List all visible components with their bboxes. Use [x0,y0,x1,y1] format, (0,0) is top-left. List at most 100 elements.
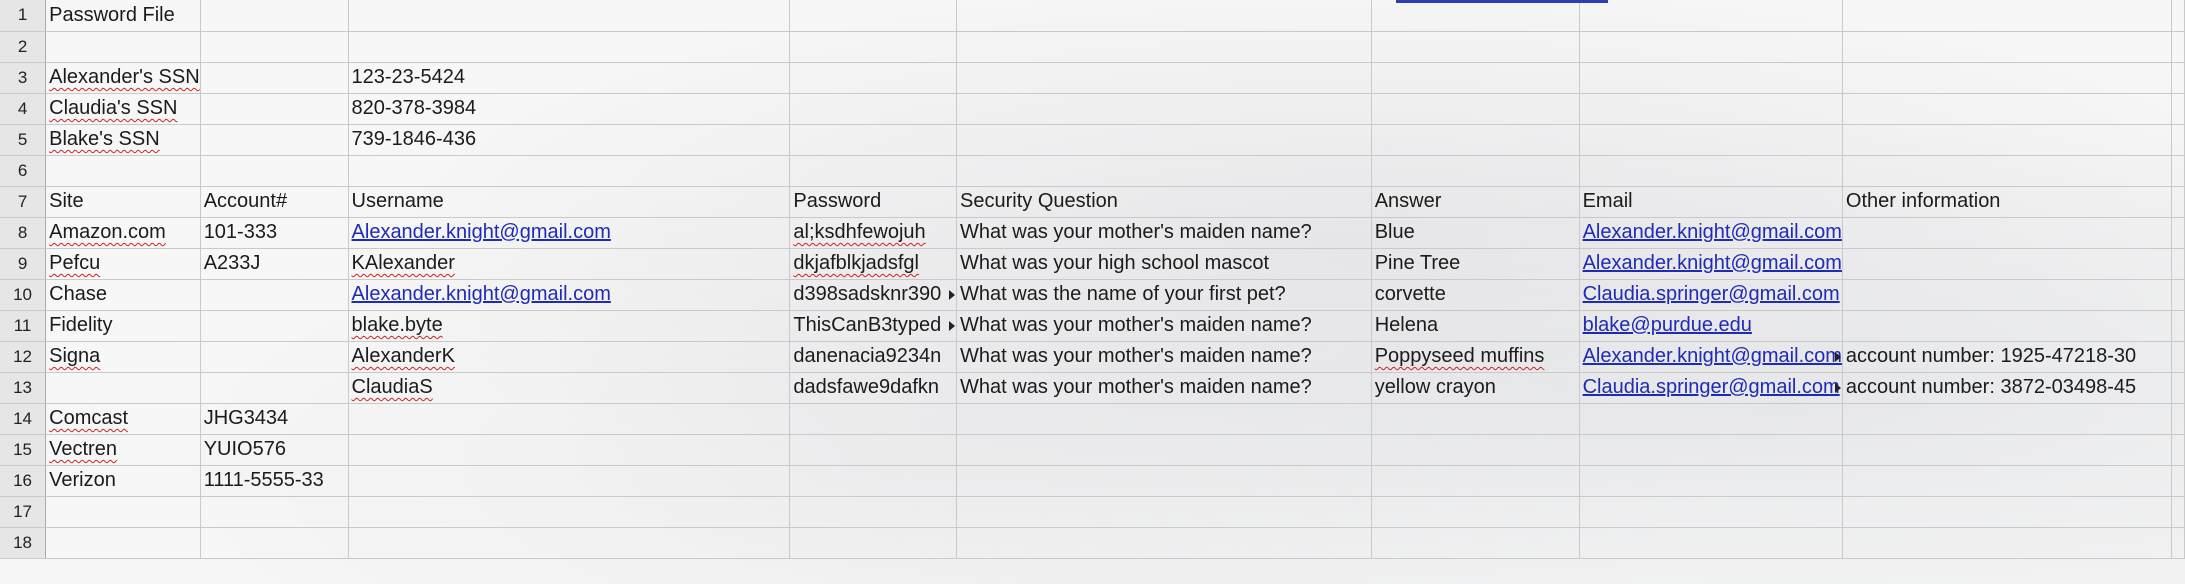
sheet-cell[interactable] [956,93,1372,125]
sheet-cell[interactable] [1579,496,1843,528]
sheet-cell[interactable] [1579,403,1843,435]
sheet-cell[interactable] [200,341,349,373]
row-header[interactable]: 10 [0,279,47,311]
sheet-cell[interactable] [1842,465,2172,497]
sheet-cell[interactable]: Password [789,186,958,218]
sheet-cell[interactable] [45,496,201,528]
sheet-cell[interactable]: AlexanderK [348,341,791,373]
sheet-cell[interactable]: Vectren [45,434,201,466]
sheet-cell[interactable] [1371,496,1580,528]
sheet-cell[interactable] [1842,217,2172,249]
sheet-cell[interactable]: dadsfawe9dafkn [789,372,958,404]
sheet-cell[interactable] [1842,434,2172,466]
sheet-cell[interactable]: Site [45,186,201,218]
sheet-cell[interactable]: Helena [1371,310,1580,342]
row-header[interactable]: 14 [0,403,47,435]
sheet-cell[interactable] [200,279,349,311]
email-link[interactable]: Alexander.knight@gmail.com [352,283,611,305]
sheet-cell[interactable]: blake.byte [348,310,791,342]
sheet-cell[interactable] [200,62,349,94]
sheet-cell[interactable] [956,527,1372,559]
sheet-cell[interactable]: al;ksdhfewojuh [789,217,958,249]
sheet-cell[interactable] [45,155,201,187]
sheet-cell[interactable] [200,31,349,63]
sheet-cell[interactable] [789,434,958,466]
sheet-cell[interactable] [200,155,349,187]
sheet-cell[interactable] [200,310,349,342]
sheet-cell[interactable] [1371,31,1580,63]
sheet-cell[interactable]: KAlexander [348,248,791,280]
row-header[interactable]: 7 [0,186,47,218]
sheet-cell[interactable] [2171,279,2185,311]
sheet-cell[interactable] [200,124,349,156]
sheet-cell[interactable] [2171,310,2185,342]
sheet-cell[interactable] [2171,372,2185,404]
sheet-cell[interactable] [789,465,958,497]
sheet-cell[interactable] [789,0,958,32]
sheet-cell[interactable] [2171,186,2185,218]
sheet-cell[interactable]: Pefcu [45,248,201,280]
sheet-cell[interactable] [956,31,1372,63]
email-link[interactable]: Alexander.knight@gmail.com [1583,221,1842,243]
sheet-cell[interactable]: Blue [1371,217,1580,249]
sheet-cell[interactable] [348,31,791,63]
row-header[interactable]: 11 [0,310,47,342]
row-header[interactable]: 13 [0,372,47,404]
email-link[interactable]: blake@purdue.edu [1583,314,1752,336]
sheet-cell[interactable] [2171,527,2185,559]
sheet-cell[interactable] [1842,93,2172,125]
row-header[interactable]: 3 [0,62,47,94]
sheet-cell[interactable] [956,124,1372,156]
sheet-cell[interactable]: Alexander.knight@gmail.com [1579,217,1843,249]
sheet-cell[interactable] [1579,124,1843,156]
sheet-cell[interactable] [200,0,349,32]
sheet-cell[interactable] [956,155,1372,187]
sheet-cell[interactable] [1842,155,2172,187]
sheet-cell[interactable] [2171,217,2185,249]
email-link[interactable]: Alexander.knight@gmail.com [352,221,611,243]
sheet-cell[interactable] [200,372,349,404]
email-link[interactable]: Alexander.knight@gmail.com [1583,252,1842,274]
sheet-cell[interactable] [789,62,958,94]
sheet-cell[interactable]: Poppyseed muffins [1371,341,1580,373]
sheet-cell[interactable] [956,465,1372,497]
sheet-cell[interactable] [2171,155,2185,187]
sheet-cell[interactable] [348,0,791,32]
sheet-cell[interactable]: Signa [45,341,201,373]
sheet-cell[interactable] [348,527,791,559]
sheet-cell[interactable]: Blake's SSN [45,124,201,156]
sheet-cell[interactable]: Email [1579,186,1843,218]
sheet-cell[interactable]: Alexander's SSN [45,62,201,94]
sheet-cell[interactable]: 820-378-3984 [348,93,791,125]
sheet-cell[interactable] [1371,434,1580,466]
sheet-cell[interactable]: danenacia9234n [789,341,958,373]
sheet-cell[interactable]: A233J [200,248,349,280]
sheet-cell[interactable] [2171,403,2185,435]
sheet-cell[interactable] [1371,155,1580,187]
sheet-cell[interactable] [1579,434,1843,466]
sheet-cell[interactable]: Security Question [956,186,1372,218]
sheet-cell[interactable]: Comcast [45,403,201,435]
sheet-cell[interactable]: yellow crayon [1371,372,1580,404]
sheet-cell[interactable] [789,496,958,528]
sheet-cell[interactable] [200,496,349,528]
sheet-cell[interactable] [1842,403,2172,435]
sheet-cell[interactable]: What was your high school mascot [956,248,1372,280]
sheet-cell[interactable] [1842,527,2172,559]
sheet-cell[interactable] [789,124,958,156]
sheet-cell[interactable] [200,93,349,125]
row-header[interactable]: 5 [0,124,47,156]
sheet-cell[interactable] [348,465,791,497]
sheet-cell[interactable]: 739-1846-436 [348,124,791,156]
sheet-cell[interactable]: JHG3434 [200,403,349,435]
sheet-cell[interactable]: Username [348,186,791,218]
sheet-cell[interactable]: What was your mother's maiden name? [956,372,1372,404]
row-header[interactable]: 6 [0,155,47,187]
sheet-cell[interactable]: Chase [45,279,201,311]
sheet-cell[interactable] [789,31,958,63]
row-header[interactable]: 18 [0,527,47,559]
sheet-cell[interactable] [2171,62,2185,94]
sheet-cell[interactable] [2171,434,2185,466]
row-header[interactable]: 4 [0,93,47,125]
sheet-cell[interactable] [1842,248,2172,280]
